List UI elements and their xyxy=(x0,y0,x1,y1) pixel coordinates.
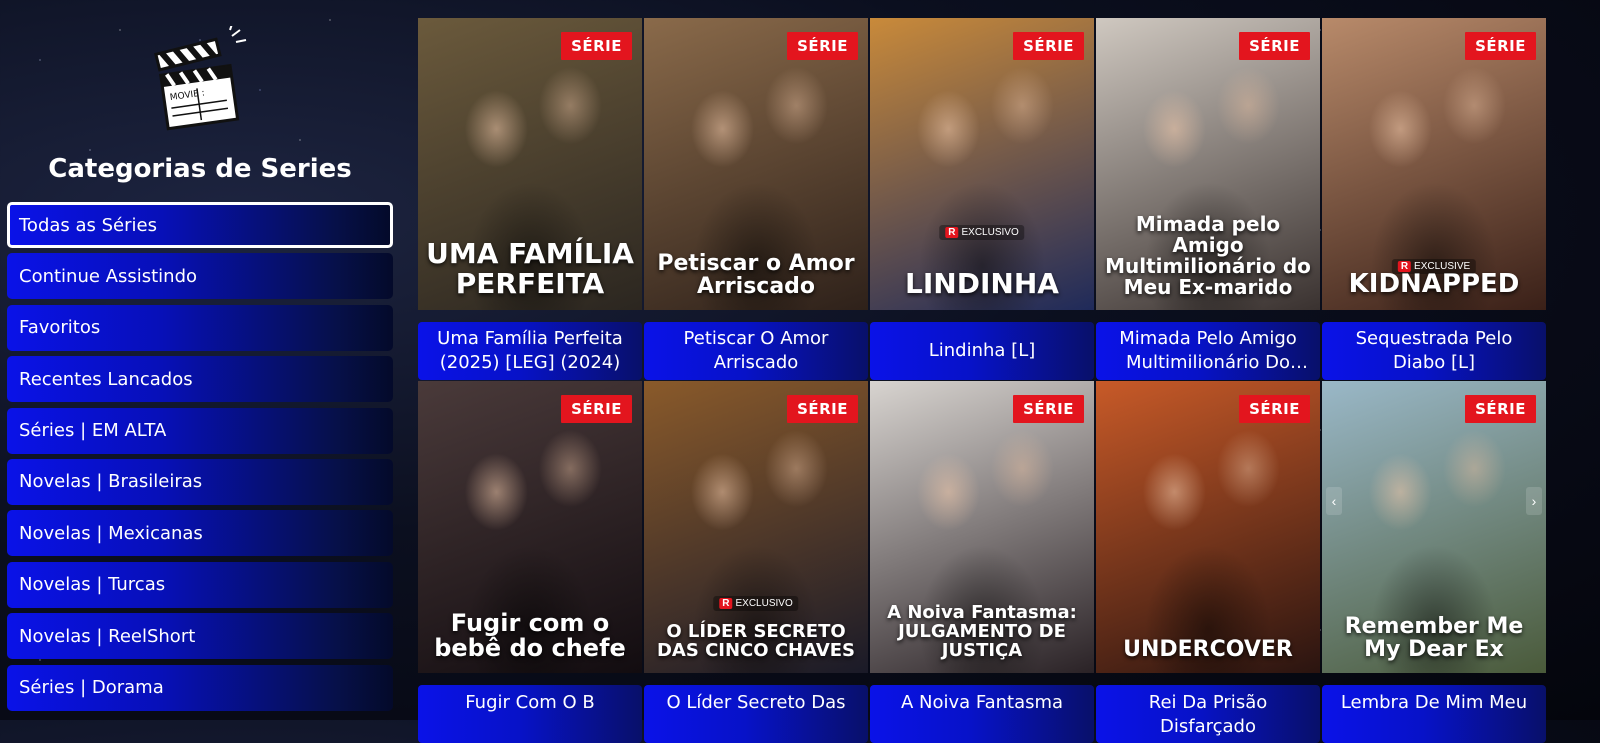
series-title: A Noiva Fantasma xyxy=(900,692,1064,713)
serie-badge: SÉRIE xyxy=(787,395,858,423)
category-item[interactable]: Novelas | ReelShort xyxy=(7,613,393,660)
category-label: Todas as Séries xyxy=(19,214,157,236)
series-title: Lembra De Mim Meu xyxy=(1340,692,1528,713)
serie-badge: SÉRIE xyxy=(1013,32,1084,60)
series-poster[interactable]: UNDERCOVER SÉRIE xyxy=(1096,381,1320,673)
series-title: Lindinha [L] xyxy=(928,339,1036,361)
series-title: Uma Família Perfeita (2025) [LEG] (2024) xyxy=(437,327,623,373)
serie-badge: SÉRIE xyxy=(561,32,632,60)
serie-badge: SÉRIE xyxy=(561,395,632,423)
category-label: Favoritos xyxy=(19,317,101,339)
category-label: Novelas | ReelShort xyxy=(19,625,196,647)
serie-badge: SÉRIE xyxy=(1239,395,1310,423)
category-item[interactable]: Séries | EM ALTA xyxy=(7,407,393,454)
poster-title: KIDNAPPED xyxy=(1348,268,1520,299)
serie-badge: SÉRIE xyxy=(1239,32,1310,60)
category-label: Novelas | Mexicanas xyxy=(19,522,203,544)
sidebar-title: Categorias de Series xyxy=(48,154,352,184)
exclusive-label: EXCLUSIVO xyxy=(735,598,793,609)
poster-title: Fugir com o bebê do chefe xyxy=(434,608,626,662)
series-poster[interactable]: A Noiva Fantasma: JULGAMENTO DE JUSTIÇA S… xyxy=(870,381,1094,673)
poster-artwork xyxy=(1096,381,1320,673)
serie-badge: SÉRIE xyxy=(1013,395,1084,423)
series-caption[interactable]: Uma Família Perfeita (2025) [LEG] (2024) xyxy=(418,322,642,380)
poster-title: LINDINHA xyxy=(905,266,1059,300)
category-item[interactable]: Novelas | Turcas xyxy=(7,561,393,608)
category-label: Novelas | Brasileiras xyxy=(19,471,203,493)
category-item[interactable]: Todas as Séries xyxy=(7,202,393,248)
series-caption[interactable]: A Noiva Fantasma xyxy=(870,685,1094,743)
poster-title: Mimada pelo Amigo Multimilionário do Meu… xyxy=(1105,212,1311,299)
category-label: Novelas | Turcas xyxy=(19,574,166,596)
series-poster[interactable]: UMA FAMÍLIA PERFEITA SÉRIE xyxy=(418,18,642,310)
series-title: Sequestrada Pelo Diabo [L] xyxy=(1355,327,1513,373)
category-label: Séries | EM ALTA xyxy=(19,420,167,442)
series-poster[interactable]: O LÍDER SECRETO DAS CINCO CHAVES R EXCLUSI… xyxy=(644,381,868,673)
series-title: Fugir Com O B xyxy=(465,692,595,713)
category-item[interactable]: Favoritos xyxy=(7,304,393,351)
category-list: Todas as Séries Continue Assistindo Favori… xyxy=(7,202,393,716)
series-poster[interactable]: Petiscar o Amor Arriscado SÉRIE xyxy=(644,18,868,310)
series-title: Petiscar O Amor Arriscado xyxy=(683,327,829,373)
category-label: Continue Assistindo xyxy=(19,265,198,287)
series-poster[interactable]: KIDNAPPED R EXCLUSIVE SÉRIE xyxy=(1322,18,1546,310)
series-poster[interactable]: Remember Me My Dear Ex SÉRIE ‹ › xyxy=(1322,381,1546,673)
series-caption[interactable]: Rei Da Prisão Disfarçado xyxy=(1096,685,1320,743)
poster-title: UMA FAMÍLIA PERFEITA xyxy=(426,237,634,300)
category-label: Recentes Lancados xyxy=(19,368,193,390)
category-item[interactable]: Séries | Dorama xyxy=(7,664,393,711)
serie-badge: SÉRIE xyxy=(1465,395,1536,423)
series-caption[interactable]: Fugir Com O B xyxy=(418,685,642,743)
exclusive-label: EXCLUSIVO xyxy=(961,227,1019,238)
exclusive-tag: R EXCLUSIVE xyxy=(1391,259,1477,274)
series-caption[interactable]: Lindinha [L] xyxy=(870,322,1094,380)
category-item[interactable]: Novelas | Brasileiras xyxy=(7,458,393,505)
series-caption[interactable]: O Líder Secreto Das xyxy=(644,685,868,743)
poster-title: UNDERCOVER xyxy=(1123,636,1293,662)
serie-badge: SÉRIE xyxy=(787,32,858,60)
series-title: Rei Da Prisão Disfarçado xyxy=(1148,692,1268,738)
exclusive-label: EXCLUSIVE xyxy=(1414,261,1471,272)
series-caption[interactable]: Sequestrada Pelo Diabo [L] xyxy=(1322,322,1546,380)
series-caption[interactable]: Mimada Pelo Amigo Multimilionário Do Me… xyxy=(1096,322,1320,380)
series-caption[interactable]: Petiscar O Amor Arriscado xyxy=(644,322,868,380)
series-poster[interactable]: Mimada pelo Amigo Multimilionário do Meu… xyxy=(1096,18,1320,310)
category-item[interactable]: Novelas | Mexicanas xyxy=(7,510,393,557)
category-item[interactable]: Recentes Lancados xyxy=(7,356,393,403)
category-item[interactable]: Continue Assistindo xyxy=(7,253,393,300)
carousel-prev-icon[interactable]: ‹ xyxy=(1326,487,1342,515)
category-label: Séries | Dorama xyxy=(19,677,164,699)
poster-title: Petiscar o Amor Arriscado xyxy=(657,250,855,299)
series-title: Mimada Pelo Amigo Multimilionário Do Me… xyxy=(1119,327,1297,373)
serie-badge: SÉRIE xyxy=(1465,32,1536,60)
poster-title: A Noiva Fantasma: JULGAMENTO DE JUSTIÇA xyxy=(887,602,1077,662)
poster-title: Remember Me My Dear Ex xyxy=(1344,613,1524,662)
sidebar: MOVIE : Categorias de Series Todas as Sé… xyxy=(0,0,400,720)
clapperboard-icon: MOVIE : xyxy=(150,23,250,136)
carousel-next-icon[interactable]: › xyxy=(1526,487,1542,515)
exclusive-tag: R EXCLUSIVO xyxy=(713,596,799,611)
exclusive-tag: R EXCLUSIVO xyxy=(939,225,1025,240)
series-title: O Líder Secreto Das xyxy=(666,692,846,713)
series-poster[interactable]: Fugir com o bebê do chefe SÉRIE xyxy=(418,381,642,673)
series-poster[interactable]: LINDINHA R EXCLUSIVO SÉRIE xyxy=(870,18,1094,310)
poster-title: O LÍDER SECRETO DAS CINCO CHAVES xyxy=(656,621,856,662)
series-caption[interactable]: Lembra De Mim Meu xyxy=(1322,685,1546,743)
